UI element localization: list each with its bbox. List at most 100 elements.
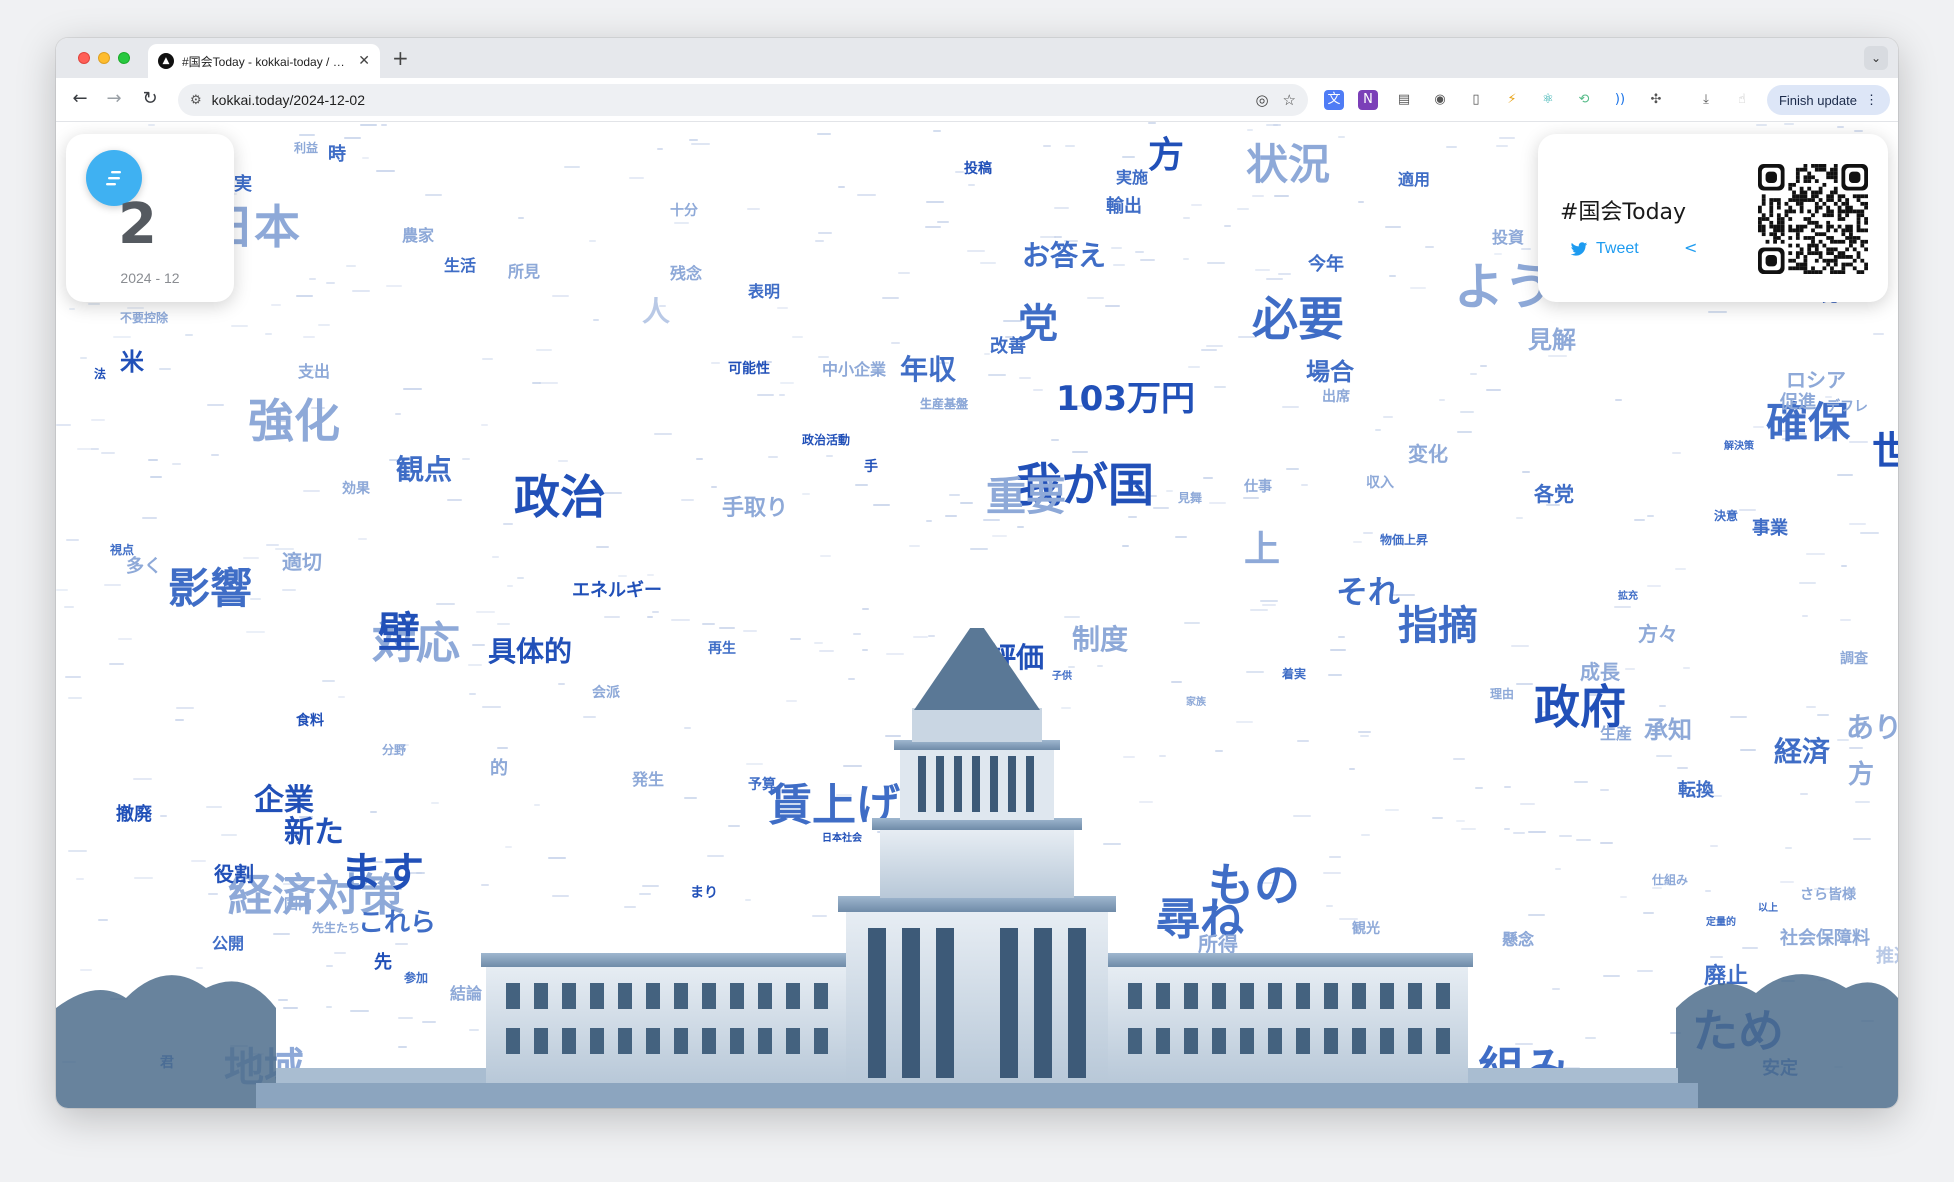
cloud-word[interactable]: 表明 bbox=[748, 284, 780, 300]
cloud-word[interactable]: 支出 bbox=[298, 364, 330, 380]
cloud-word[interactable]: 年収 bbox=[900, 356, 956, 384]
qr-code-icon bbox=[1758, 164, 1868, 274]
cloud-word[interactable]: 重要 bbox=[986, 477, 1066, 517]
cloud-word[interactable]: 視点 bbox=[110, 544, 134, 556]
cloud-word[interactable]: 実施 bbox=[1116, 170, 1148, 186]
cloud-word[interactable]: 見舞 bbox=[1178, 492, 1202, 504]
cloud-word[interactable]: 生産基盤 bbox=[920, 398, 968, 410]
cloud-word[interactable]: 可能性 bbox=[728, 362, 770, 376]
cloud-word[interactable]: 出席 bbox=[1322, 390, 1350, 404]
cloud-word[interactable]: 投稿 bbox=[964, 162, 992, 176]
minor-word-mark bbox=[1615, 399, 1622, 401]
cloud-word[interactable]: 強化 bbox=[248, 398, 340, 444]
cloud-word[interactable]: ロシア bbox=[1786, 370, 1846, 390]
cloud-word[interactable]: 法 bbox=[94, 368, 106, 380]
puzzle-extensions-icon[interactable]: ✣ bbox=[1646, 90, 1666, 110]
cloud-word[interactable]: 効果 bbox=[342, 482, 370, 496]
cloud-word[interactable]: 状況 bbox=[1246, 144, 1330, 186]
cloud-word[interactable]: 米 bbox=[120, 350, 144, 374]
download-icon[interactable]: ⤓ bbox=[1696, 90, 1716, 110]
cloud-word[interactable]: 場合 bbox=[1306, 360, 1354, 384]
cloud-word[interactable]: 多く bbox=[126, 558, 162, 576]
minor-word-mark bbox=[309, 278, 316, 280]
install-app-icon[interactable]: ◎ bbox=[1255, 91, 1268, 109]
cloud-word[interactable]: 影響 bbox=[168, 568, 252, 610]
onenote-extension-icon[interactable]: N bbox=[1358, 90, 1378, 110]
cloud-word[interactable]: 手 bbox=[864, 460, 878, 474]
close-window-button[interactable] bbox=[78, 52, 90, 64]
cloud-word[interactable]: 今年 bbox=[1308, 256, 1344, 274]
cloud-word[interactable]: 観点 bbox=[396, 456, 452, 484]
camera-extension-icon[interactable]: ◉ bbox=[1430, 90, 1450, 110]
devtools-extension-icon[interactable]: ⚛ bbox=[1538, 90, 1558, 110]
audio-extension-icon[interactable]: )) bbox=[1610, 90, 1630, 110]
cloud-word[interactable]: 見解 bbox=[1528, 328, 1576, 352]
cloud-word[interactable]: 利益 bbox=[294, 142, 318, 154]
cloud-word[interactable]: 必要 bbox=[1252, 296, 1344, 342]
minor-word-mark bbox=[1153, 507, 1169, 509]
minor-word-mark bbox=[988, 374, 1006, 376]
cloud-word[interactable]: 解決策 bbox=[1724, 442, 1754, 452]
cloud-word[interactable]: 改善 bbox=[990, 338, 1026, 356]
cloud-word[interactable]: 拡充 bbox=[1618, 592, 1638, 602]
minor-word-mark bbox=[1260, 600, 1278, 602]
cloud-word[interactable]: 十分 bbox=[670, 204, 698, 218]
cloud-word[interactable]: 所見 bbox=[508, 264, 540, 280]
cloud-word[interactable]: 投資 bbox=[1492, 230, 1524, 246]
finish-update-button[interactable]: Finish update ⋮ bbox=[1766, 85, 1890, 115]
minimize-window-button[interactable] bbox=[98, 52, 110, 64]
more-menu-icon[interactable]: ⋮ bbox=[1865, 92, 1878, 108]
cloud-word[interactable]: 103万円 bbox=[1056, 382, 1195, 416]
site-settings-icon[interactable]: ⚙ bbox=[190, 93, 202, 108]
cloud-word[interactable]: それ bbox=[1336, 576, 1400, 608]
cloud-word[interactable]: 農家 bbox=[402, 228, 434, 244]
address-bar[interactable]: ⚙ kokkai.today/2024-12-02 ◎ ☆ bbox=[178, 84, 1308, 116]
cloud-word[interactable]: エネルギー bbox=[572, 582, 662, 600]
cloud-word[interactable]: 生活 bbox=[444, 258, 476, 274]
cloud-word[interactable]: 適用 bbox=[1398, 172, 1430, 188]
cloud-word[interactable]: 手取り bbox=[722, 498, 788, 520]
cloud-word[interactable]: 事業 bbox=[1752, 520, 1788, 538]
cloud-word[interactable]: 上 bbox=[1244, 532, 1280, 568]
cloud-word[interactable]: 適切 bbox=[282, 552, 322, 572]
cloud-word[interactable]: 輸出 bbox=[1106, 198, 1142, 216]
cloud-word[interactable]: 中小企業 bbox=[822, 362, 886, 378]
cloud-word[interactable]: 残念 bbox=[670, 266, 702, 282]
cloud-word[interactable]: 収入 bbox=[1366, 476, 1394, 490]
cloud-word[interactable]: 政治活動 bbox=[802, 434, 850, 446]
pointer-extension-icon[interactable]: ☝ bbox=[1732, 90, 1752, 110]
cloud-word[interactable]: 促進 bbox=[1780, 394, 1816, 412]
cloud-word[interactable]: 各党 bbox=[1534, 484, 1574, 504]
document-extension-icon[interactable]: ▯ bbox=[1466, 90, 1486, 110]
reload-icon[interactable]: ↻ bbox=[138, 88, 162, 109]
cloud-word[interactable]: 物価上昇 bbox=[1380, 534, 1428, 546]
cloud-word[interactable]: 変化 bbox=[1408, 444, 1448, 464]
new-tab-button[interactable]: + bbox=[392, 46, 409, 70]
minor-word-mark bbox=[711, 486, 717, 488]
tab-kokkai-today[interactable]: ▲ #国会Today - kokkai-today / … ✕ bbox=[148, 44, 380, 78]
reader-extension-icon[interactable]: ▤ bbox=[1394, 90, 1414, 110]
url-text[interactable]: kokkai.today/2024-12-02 bbox=[212, 92, 1242, 108]
cloud-word[interactable]: 時 bbox=[328, 146, 346, 164]
minor-word-mark bbox=[1188, 366, 1200, 368]
back-arrow-icon[interactable]: ← bbox=[68, 88, 92, 109]
bookmark-star-icon[interactable]: ☆ bbox=[1283, 91, 1296, 109]
cloud-word[interactable]: デフレ bbox=[1826, 400, 1868, 414]
forward-arrow-icon[interactable]: → bbox=[102, 88, 126, 109]
cloud-word[interactable]: 方 bbox=[1148, 138, 1184, 174]
cloud-word[interactable]: 世界 bbox=[1872, 432, 1898, 472]
tab-search-chevron-icon[interactable]: ⌄ bbox=[1864, 46, 1888, 70]
cloud-word[interactable]: 人 bbox=[642, 298, 670, 326]
cloud-word[interactable]: お答え bbox=[1022, 242, 1106, 270]
translate-extension-icon[interactable]: 文 bbox=[1324, 90, 1344, 110]
cloud-word[interactable]: 決意 bbox=[1714, 510, 1738, 522]
jp-extension-icon[interactable]: ⟲ bbox=[1574, 90, 1594, 110]
maximize-window-button[interactable] bbox=[118, 52, 130, 64]
tab-close-icon[interactable]: ✕ bbox=[358, 53, 370, 69]
cloud-word[interactable]: 政治 bbox=[514, 474, 606, 520]
bolt-extension-icon[interactable]: ⚡ bbox=[1502, 90, 1522, 110]
tweet-button[interactable]: Tweet bbox=[1570, 240, 1639, 258]
share-icon[interactable]: < bbox=[1684, 238, 1697, 257]
cloud-word[interactable]: 不要控除 bbox=[120, 312, 168, 324]
cloud-word[interactable]: 仕事 bbox=[1244, 480, 1272, 494]
